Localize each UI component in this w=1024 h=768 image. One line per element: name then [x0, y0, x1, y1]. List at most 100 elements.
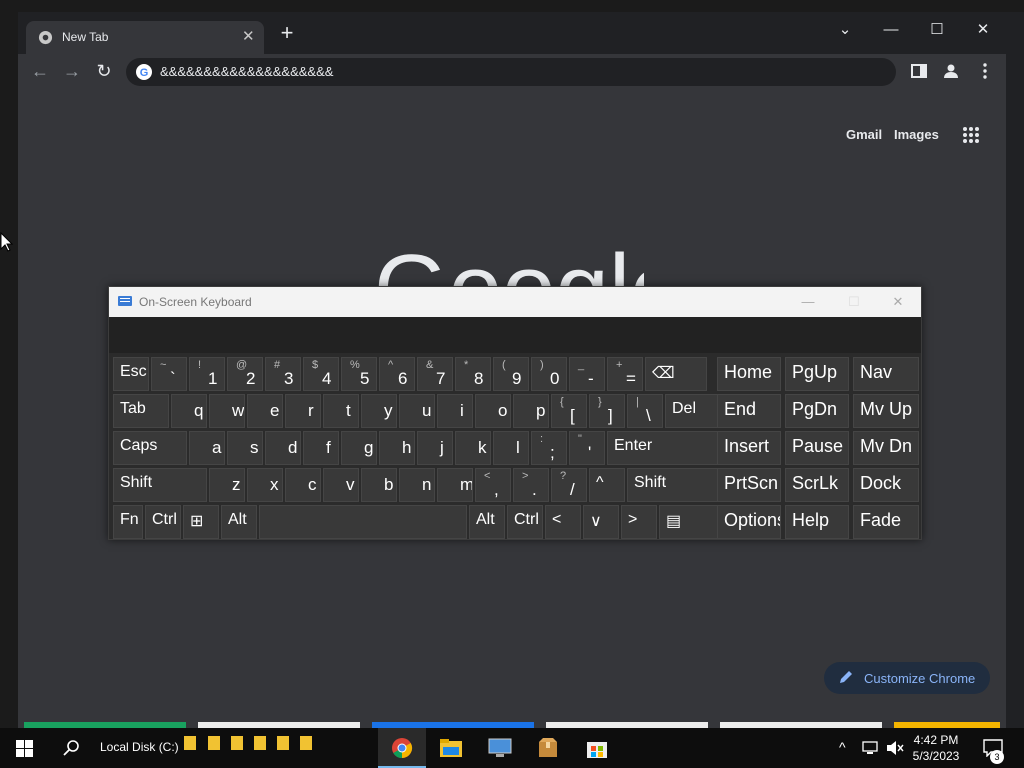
more-menu-icon[interactable]	[976, 62, 994, 80]
osk-key-key-v[interactable]: v	[323, 468, 359, 502]
osk-key-home[interactable]: Home	[717, 357, 781, 391]
osk-key-key-k[interactable]: k	[455, 431, 491, 465]
osk-key-key-0-10[interactable]: (9	[493, 357, 529, 391]
osk-key-key-3-8[interactable]: <,	[475, 468, 511, 502]
gmail-link[interactable]: Gmail	[846, 127, 882, 142]
osk-key-help[interactable]: Help	[785, 505, 849, 539]
osk-key-key-e[interactable]: e	[247, 394, 283, 428]
osk-key-key-j[interactable]: j	[417, 431, 453, 465]
osk-key-key-0-12[interactable]: _ -	[569, 357, 605, 391]
tab-new-tab[interactable]: New Tab ✕	[26, 21, 264, 54]
remote-desktop-icon[interactable]	[488, 737, 512, 759]
apps-grid-icon[interactable]	[962, 126, 980, 144]
osk-key-dock[interactable]: Dock	[853, 468, 919, 502]
show-hidden-icons-icon[interactable]: ^	[839, 739, 846, 755]
osk-key-space[interactable]	[259, 505, 467, 539]
osk-key-prtscn[interactable]: PrtScn	[717, 468, 781, 502]
osk-key-key-3-10[interactable]: ? /	[551, 468, 587, 502]
address-bar[interactable]: G &&&&&&&&&&&&&&&&&&&&	[126, 58, 896, 86]
osk-key-key-a[interactable]: a	[189, 431, 225, 465]
osk-key-options[interactable]: Options	[717, 505, 781, 539]
search-icon[interactable]	[63, 739, 81, 757]
network-icon[interactable]	[862, 741, 880, 755]
customize-chrome-button[interactable]: Customize Chrome	[824, 662, 990, 694]
osk-key-key-h[interactable]: h	[379, 431, 415, 465]
close-window-button[interactable]: ✕	[960, 16, 1006, 44]
profile-icon[interactable]	[942, 62, 960, 80]
osk-key-key-0-4[interactable]: #3	[265, 357, 301, 391]
osk-key-key-y[interactable]: y	[361, 394, 397, 428]
osk-close-button[interactable]: ✕	[875, 287, 921, 317]
maximize-button[interactable]: ☐	[914, 16, 960, 44]
osk-key-mv-up[interactable]: Mv Up	[853, 394, 919, 428]
osk-key-ctrl[interactable]: Ctrl	[145, 505, 181, 539]
osk-key-key-0-1[interactable]: ~ `	[151, 357, 187, 391]
osk-key-key-0-2[interactable]: ! 1	[189, 357, 225, 391]
osk-key-mv-dn[interactable]: Mv Dn	[853, 431, 919, 465]
osk-key-key-2-11[interactable]: " '	[569, 431, 605, 465]
minimize-button[interactable]: —	[868, 16, 914, 44]
osk-key-windows[interactable]: ⊞	[183, 505, 219, 539]
package-icon[interactable]	[537, 737, 559, 759]
osk-key-key-b[interactable]: b	[361, 468, 397, 502]
osk-key-key-2-10[interactable]: :;	[531, 431, 567, 465]
osk-key-ctrl[interactable]: Ctrl	[507, 505, 543, 539]
osk-key-key-0-11[interactable]: ) 0	[531, 357, 567, 391]
osk-key-key-o[interactable]: o	[475, 394, 511, 428]
tab-close-icon[interactable]: ✕	[242, 27, 255, 45]
osk-key-key-shift[interactable]: Shift	[627, 468, 723, 502]
osk-key-key-u[interactable]: u	[399, 394, 435, 428]
file-explorer-icon[interactable]	[440, 738, 462, 758]
osk-key-key-esc[interactable]: Esc	[113, 357, 149, 391]
osk-minimize-button[interactable]: —	[785, 287, 831, 317]
osk-key-down-arrow[interactable]: ∨	[583, 505, 619, 539]
osk-key-key-g[interactable]: g	[341, 431, 377, 465]
osk-key-fade[interactable]: Fade	[853, 505, 919, 539]
osk-key-insert[interactable]: Insert	[717, 431, 781, 465]
images-link[interactable]: Images	[894, 127, 939, 142]
osk-key-key-x[interactable]: x	[247, 468, 283, 502]
osk-key-key-1-13[interactable]: | \	[627, 394, 663, 428]
osk-key-key--[interactable]: ⌫	[645, 357, 707, 391]
osk-key-nav[interactable]: Nav	[853, 357, 919, 391]
osk-key-end[interactable]: End	[717, 394, 781, 428]
osk-key-key-shift[interactable]: Shift	[113, 468, 207, 502]
osk-key-key-q[interactable]: q	[171, 394, 207, 428]
osk-key-key-r[interactable]: r	[285, 394, 321, 428]
osk-key-key-0-9[interactable]: * 8	[455, 357, 491, 391]
osk-key-key-i[interactable]: i	[437, 394, 473, 428]
osk-maximize-button[interactable]: ☐	[831, 287, 877, 317]
osk-key-key-1-12[interactable]: }]	[589, 394, 625, 428]
osk-key-left-arrow[interactable]: <	[545, 505, 581, 539]
osk-key-pgup[interactable]: PgUp	[785, 357, 849, 391]
clock[interactable]: 4:42 PM 5/3/2023	[906, 732, 966, 764]
osk-key-key-1-11[interactable]: {[	[551, 394, 587, 428]
side-panel-icon[interactable]	[910, 62, 928, 80]
osk-key-alt[interactable]: Alt	[221, 505, 257, 539]
osk-key-key-0-13[interactable]: + =	[607, 357, 643, 391]
back-icon[interactable]: ←	[29, 61, 51, 83]
search-box-label[interactable]: Local Disk (C:)	[100, 740, 179, 754]
osk-key-key-l[interactable]: l	[493, 431, 529, 465]
tab-search-button[interactable]: ⌄	[822, 16, 868, 44]
osk-key-key-n[interactable]: n	[399, 468, 435, 502]
osk-key-scrlk[interactable]: ScrLk	[785, 468, 849, 502]
osk-key-key-p[interactable]: p	[513, 394, 549, 428]
chrome-taskbar-button[interactable]	[378, 728, 426, 768]
volume-muted-icon[interactable]	[886, 740, 904, 756]
osk-key-right-arrow[interactable]: >	[621, 505, 657, 539]
osk-key-key-z[interactable]: z	[209, 468, 245, 502]
osk-key-key-s[interactable]: s	[227, 431, 263, 465]
osk-titlebar[interactable]: On-Screen Keyboard — ☐ ✕	[109, 287, 921, 317]
osk-key-key-3-9[interactable]: >.	[513, 468, 549, 502]
osk-key-key--[interactable]: ^	[589, 468, 625, 502]
new-tab-button[interactable]: +	[276, 22, 298, 44]
windows-start-icon[interactable]	[16, 740, 33, 757]
osk-key-fn[interactable]: Fn	[113, 505, 143, 539]
osk-key-alt[interactable]: Alt	[469, 505, 505, 539]
osk-key-key-c[interactable]: c	[285, 468, 321, 502]
microsoft-store-icon[interactable]	[586, 737, 608, 759]
osk-key-key-tab[interactable]: Tab	[113, 394, 169, 428]
osk-key-key-w[interactable]: w	[209, 394, 245, 428]
osk-key-key-caps[interactable]: Caps	[113, 431, 187, 465]
